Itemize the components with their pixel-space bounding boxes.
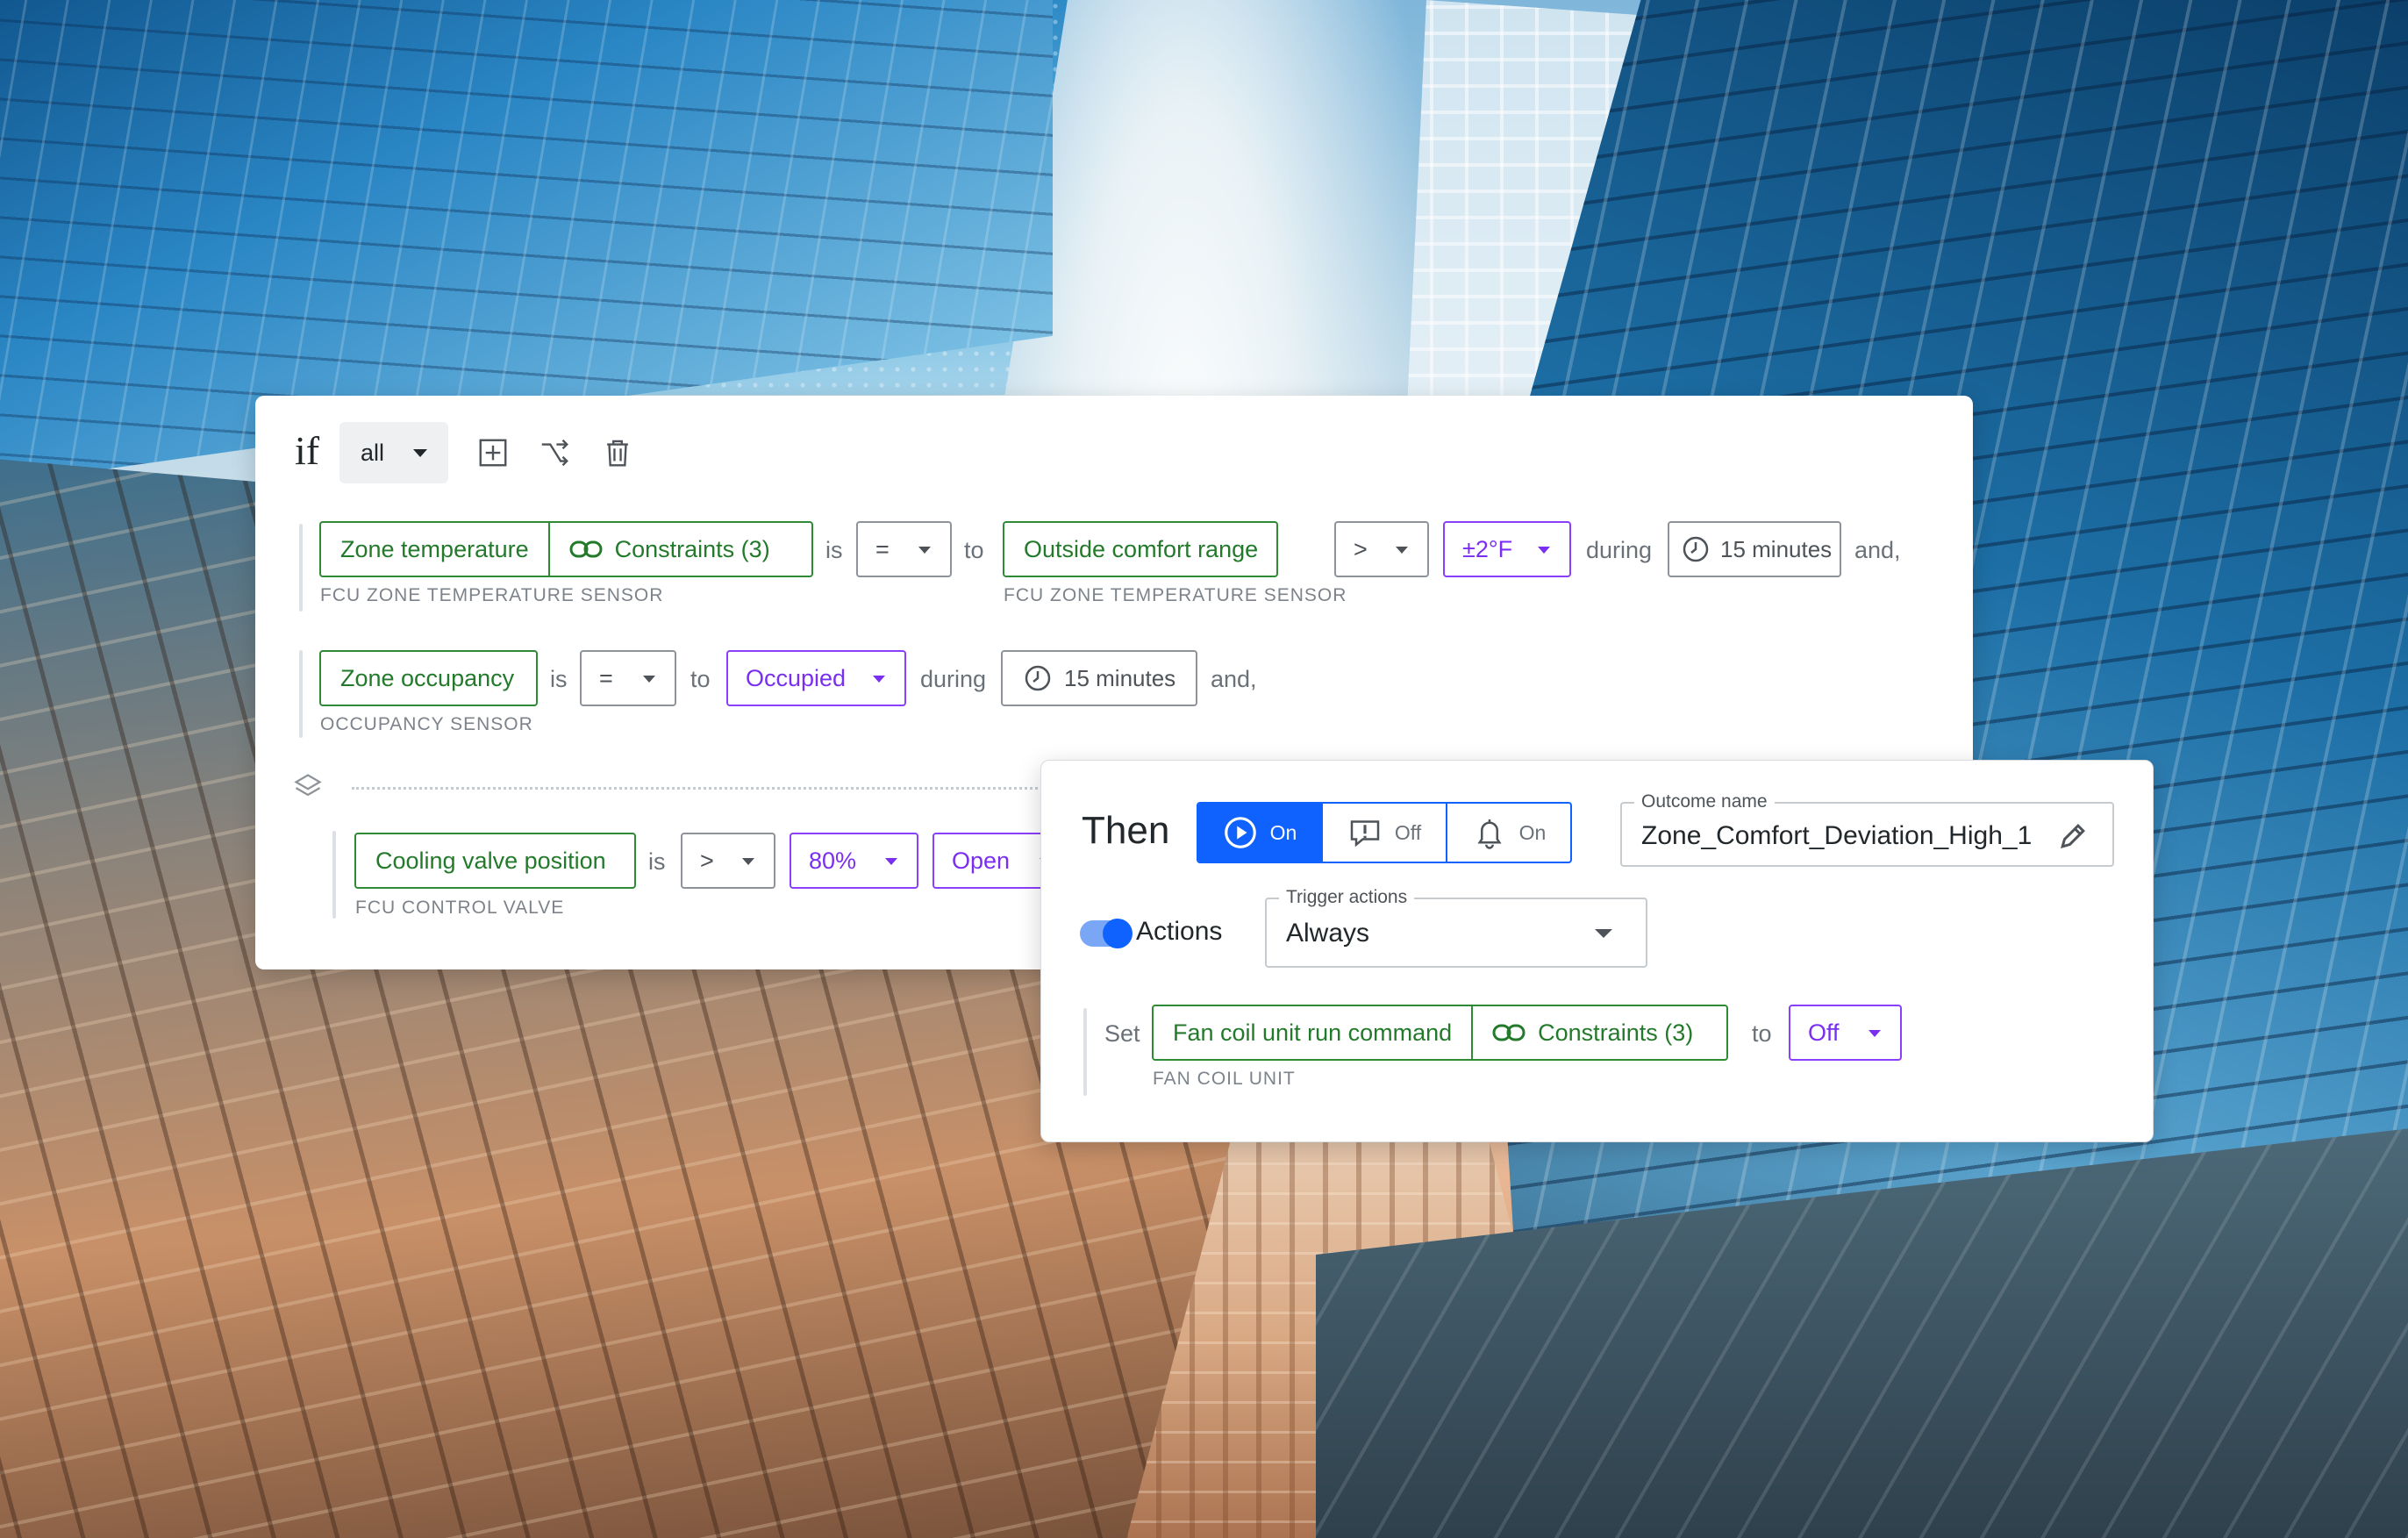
duration-button[interactable]: 15 minutes <box>1668 521 1841 577</box>
operator-select[interactable]: > <box>681 833 775 889</box>
constraints-button[interactable]: Constraints (3) <box>550 523 790 576</box>
chevron-down-icon <box>643 676 655 683</box>
during-label: during <box>1586 537 1653 563</box>
outcome-mode-switcher: On Off On <box>1197 802 1572 863</box>
chevron-down-icon <box>1538 547 1550 554</box>
set-source: FAN COIL UNIT <box>1153 1069 1296 1089</box>
match-mode-value: all <box>361 439 385 466</box>
to-label: to <box>690 666 711 692</box>
value-select[interactable]: Occupied <box>726 650 906 706</box>
operator-select[interactable]: = <box>856 521 952 577</box>
chevron-down-icon <box>1869 1030 1881 1037</box>
pencil-icon[interactable] <box>2056 819 2090 853</box>
to-label: to <box>1752 1020 1772 1047</box>
duration-button[interactable]: 15 minutes <box>1001 650 1197 706</box>
layers-icon[interactable] <box>292 771 324 803</box>
branch-icon[interactable] <box>538 436 571 469</box>
actions-label: Actions <box>1136 917 1223 946</box>
condition-source: FCU CONTROL VALVE <box>355 898 565 918</box>
then-title: Then <box>1082 809 1170 852</box>
group-divider <box>352 787 1133 790</box>
segment-notify-on[interactable]: On <box>1447 804 1570 862</box>
comparator-select[interactable]: > <box>1334 521 1429 577</box>
if-label: if <box>295 428 320 473</box>
chevron-down-icon <box>885 858 897 865</box>
tolerance-select[interactable]: ±2°F <box>1443 521 1571 577</box>
condition-point-zone-occupancy[interactable]: Zone occupancy <box>319 650 538 706</box>
target-select[interactable]: Outside comfort range <box>1003 521 1278 577</box>
clock-icon <box>1683 536 1709 562</box>
value-select[interactable]: 80% <box>790 833 918 889</box>
is-label: is <box>825 537 843 563</box>
outcome-name-value: Zone_Comfort_Deviation_High_1 <box>1641 821 2033 850</box>
link-icon <box>569 540 603 558</box>
trash-icon[interactable] <box>601 436 634 469</box>
set-value-select[interactable]: Off <box>1789 1005 1902 1061</box>
segment-alert-off[interactable]: Off <box>1323 804 1447 862</box>
outcome-card: Then On Off On Outcome name Zone_Comfort… <box>1040 760 2154 1142</box>
condition-source: OCCUPANCY SENSOR <box>320 714 533 734</box>
condition-point-zone-temperature[interactable]: Zone temperature Constraints (3) <box>319 521 813 577</box>
operator-select[interactable]: = <box>580 650 676 706</box>
is-label: is <box>550 666 568 692</box>
chevron-down-icon <box>1396 547 1408 554</box>
chevron-down-icon <box>413 449 427 457</box>
match-mode-select[interactable]: all <box>339 422 448 483</box>
to-label: to <box>964 537 984 563</box>
constraints-button[interactable]: Constraints (3) <box>1473 1006 1712 1059</box>
set-point-fan-coil[interactable]: Fan coil unit run command Constraints (3… <box>1152 1005 1728 1061</box>
clock-icon <box>1025 665 1051 691</box>
actions-toggle[interactable] <box>1080 919 1133 948</box>
add-square-icon[interactable] <box>476 436 510 469</box>
link-icon <box>1492 1024 1526 1041</box>
joiner-label: and, <box>1854 537 1901 563</box>
chevron-down-icon <box>918 547 931 554</box>
play-circle-icon <box>1224 817 1256 848</box>
bell-icon <box>1477 819 1502 849</box>
trigger-actions-label: Trigger actions <box>1279 887 1415 908</box>
during-label: during <box>920 666 987 692</box>
set-label: Set <box>1104 1020 1140 1047</box>
outcome-name-label: Outcome name <box>1634 791 1775 812</box>
condition-source: FCU ZONE TEMPERATURE SENSOR <box>320 585 664 605</box>
chevron-down-icon <box>873 676 885 683</box>
chevron-down-icon <box>1595 929 1612 938</box>
condition-point-cooling-valve[interactable]: Cooling valve position <box>354 833 636 889</box>
target-source: FCU ZONE TEMPERATURE SENSOR <box>1004 585 1347 605</box>
outcome-name-field[interactable]: Outcome name Zone_Comfort_Deviation_High… <box>1620 791 2114 867</box>
is-label: is <box>648 848 666 875</box>
joiner-label: and, <box>1211 666 1257 692</box>
chevron-down-icon <box>742 858 754 865</box>
condition-point-label: Zone temperature <box>340 535 529 562</box>
trigger-actions-value: Always <box>1286 919 1370 948</box>
trigger-actions-select[interactable]: Trigger actions Always <box>1265 887 1647 968</box>
alert-message-icon <box>1350 820 1380 848</box>
segment-run-on[interactable]: On <box>1198 804 1323 862</box>
